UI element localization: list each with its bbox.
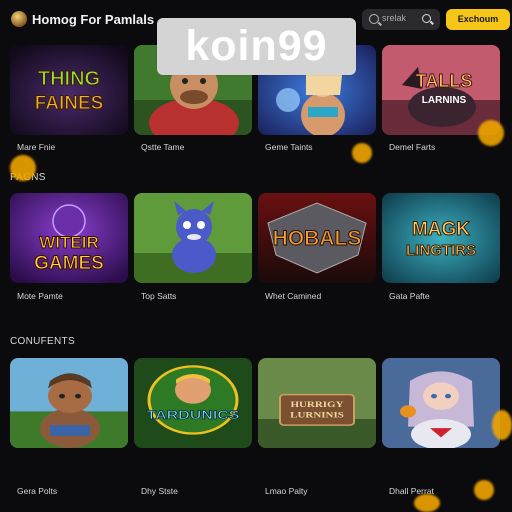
game-tile[interactable] bbox=[134, 193, 252, 283]
game-title: Gera Polts bbox=[17, 486, 58, 496]
game-tile[interactable]: HURRIGY LURNINIS bbox=[258, 358, 376, 448]
coin-decoration bbox=[414, 494, 440, 512]
game-tile[interactable] bbox=[10, 358, 128, 448]
search-placeholder: srelak bbox=[382, 13, 407, 23]
game-title: Qstte Tame bbox=[141, 142, 185, 152]
tile-art-line: THING bbox=[38, 68, 100, 90]
site-title: Homog For Pamlals bbox=[32, 12, 155, 27]
tile-art-line: FAINES bbox=[35, 93, 104, 114]
tile-art-line: HOBALS bbox=[273, 227, 362, 250]
coin-decoration bbox=[492, 410, 512, 440]
tile-art-line: TALLS bbox=[416, 71, 473, 91]
game-title: Mote Pamte bbox=[17, 291, 63, 301]
coin-decoration bbox=[352, 143, 372, 163]
tile-art-line: LINGTIRS bbox=[406, 242, 476, 259]
coin-decoration bbox=[474, 480, 494, 500]
tile-art-line: TARDUNICS bbox=[147, 409, 240, 423]
tile-art-line: LURNINIS bbox=[290, 411, 344, 420]
tile-art-line: LARNINS bbox=[422, 95, 467, 106]
game-title: Whet Camined bbox=[265, 291, 322, 301]
game-tile[interactable]: TALLS LARNINS bbox=[382, 45, 500, 135]
game-tile[interactable]: TARDUNICS bbox=[134, 358, 252, 448]
game-tile[interactable]: MAGK LINGTIRS bbox=[382, 193, 500, 283]
coin-decoration bbox=[10, 155, 36, 181]
game-title: Dhy Stste bbox=[141, 486, 178, 496]
search-submit-icon[interactable] bbox=[422, 14, 431, 23]
exchange-button[interactable]: Exchoum bbox=[446, 9, 510, 30]
coin-decoration bbox=[478, 120, 504, 146]
game-tile[interactable]: HOBALS bbox=[258, 193, 376, 283]
section-heading: CONUFENTS bbox=[10, 336, 75, 347]
game-title: Mare Fnie bbox=[17, 142, 56, 152]
game-tile[interactable] bbox=[382, 358, 500, 448]
game-tile[interactable]: THING FAINES bbox=[10, 45, 128, 135]
tile-art-line: GAMES bbox=[34, 253, 104, 274]
tile-art-line: HURRIGY bbox=[290, 400, 343, 409]
logo-icon[interactable] bbox=[11, 11, 27, 27]
game-title: Top Satts bbox=[141, 291, 177, 301]
tile-art-line: WITEIR bbox=[39, 233, 99, 252]
search-icon bbox=[369, 14, 379, 24]
game-title: Lmao Palty bbox=[265, 486, 308, 496]
watermark: koin99 bbox=[157, 18, 356, 75]
game-tile[interactable]: WITEIR GAMES bbox=[10, 193, 128, 283]
search-input[interactable]: srelak bbox=[362, 9, 440, 30]
tile-art-line: MAGK bbox=[412, 219, 470, 240]
game-title: Gata Pafte bbox=[389, 291, 430, 301]
